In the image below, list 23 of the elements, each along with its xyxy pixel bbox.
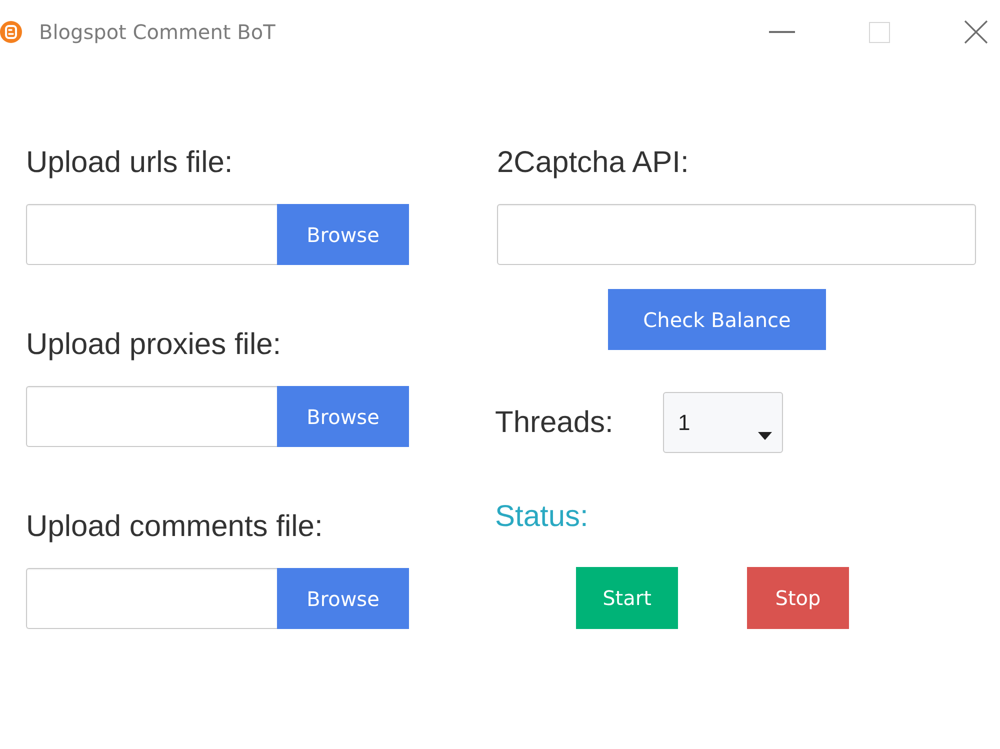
file-path-field[interactable]	[26, 568, 277, 629]
start-button[interactable]: Start	[576, 567, 678, 629]
status-label: Status:	[495, 499, 590, 535]
threads-label: Threads:	[495, 404, 614, 440]
check-balance-button[interactable]: Check Balance	[608, 289, 826, 350]
browse-button[interactable]: Browse	[277, 386, 409, 447]
field-label: 2Captcha API:	[497, 145, 690, 181]
field-label: Upload urls file:	[26, 145, 234, 181]
logo-icon	[0, 21, 22, 43]
window-title: Blogspot Comment BoT	[39, 20, 276, 44]
api-key-field[interactable]	[497, 204, 976, 265]
file-path-field[interactable]	[26, 386, 277, 447]
maximize-icon	[868, 22, 890, 42]
minimize-icon	[769, 31, 795, 33]
browse-button[interactable]: Browse	[277, 568, 409, 629]
file-path-field[interactable]	[26, 204, 277, 265]
caret-icon	[758, 432, 772, 440]
field-label: Upload proxies file:	[26, 327, 282, 363]
close-icon	[964, 20, 988, 44]
field-label: Upload comments file:	[26, 509, 324, 545]
threads-dropdown[interactable]: 1	[663, 392, 783, 453]
stop-button[interactable]: Stop	[747, 567, 849, 629]
browse-button[interactable]: Browse	[277, 204, 409, 265]
